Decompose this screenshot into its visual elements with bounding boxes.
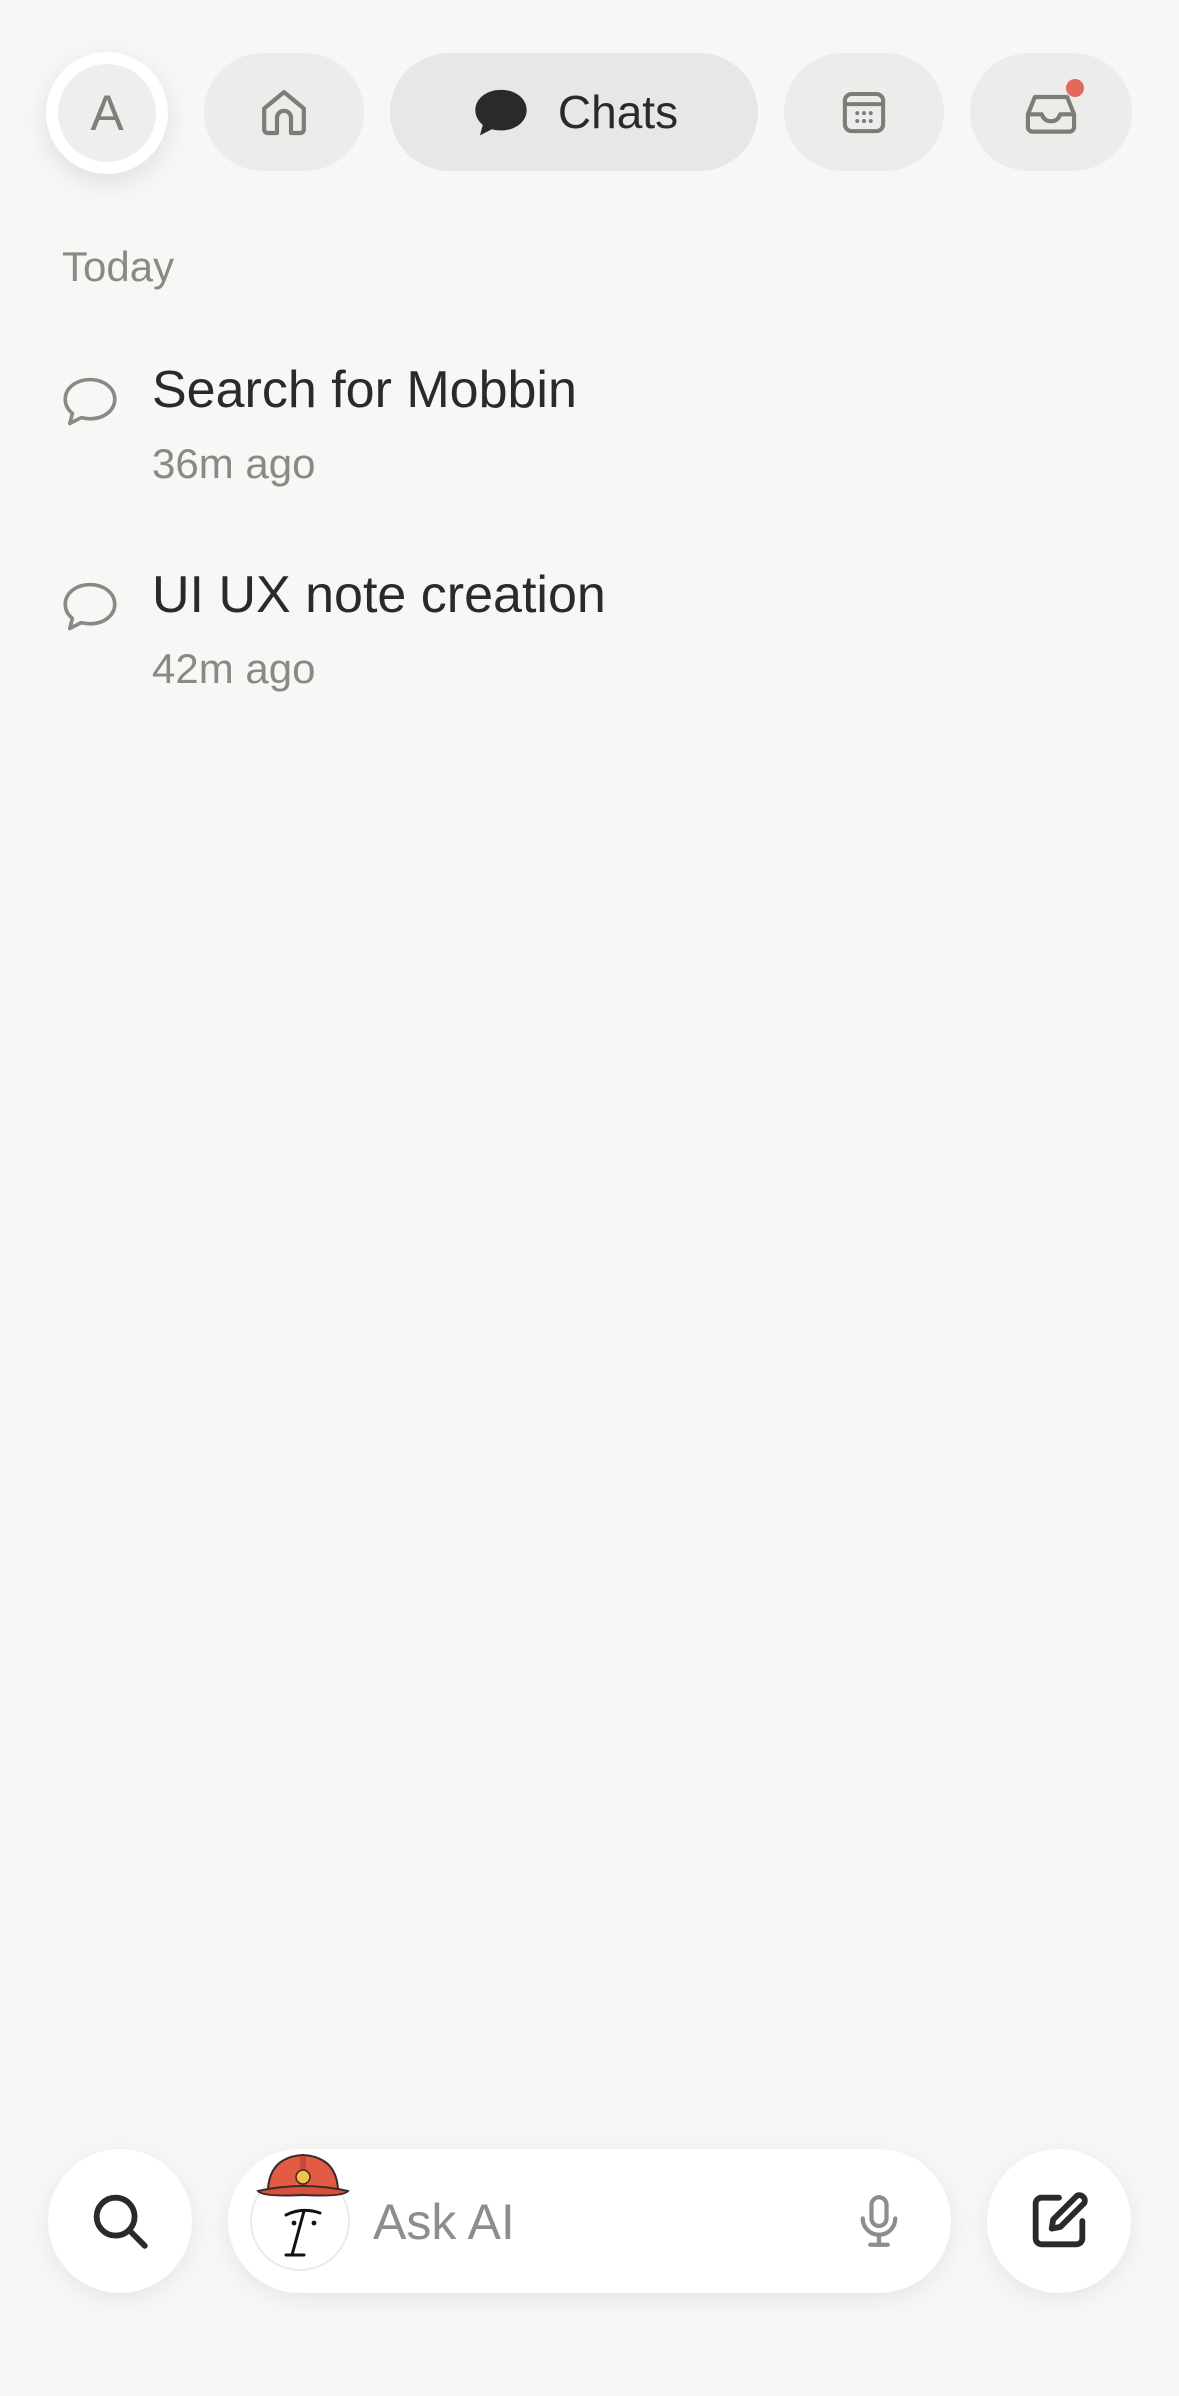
ask-ai-input[interactable]: Ask AI xyxy=(228,2149,951,2293)
chat-list-item[interactable]: Search for Mobbin 36m ago xyxy=(60,360,1120,520)
mascot-icon xyxy=(256,2153,350,2257)
calendar-icon xyxy=(842,91,886,134)
avatar-initial: A xyxy=(58,64,156,162)
section-label-today: Today xyxy=(62,243,175,290)
bottom-bar: Ask AI xyxy=(0,2140,1179,2300)
chat-bubble-outline-icon xyxy=(63,582,117,631)
notification-dot xyxy=(1066,79,1084,97)
chat-timestamp: 36m ago xyxy=(152,440,316,487)
chats-screen: A Chats Today Search for Mobbin 36m ago … xyxy=(0,0,1179,2396)
tab-inbox[interactable] xyxy=(970,53,1132,171)
top-navigation: A Chats xyxy=(46,52,1132,174)
chat-timestamp: 42m ago xyxy=(152,645,316,692)
microphone-icon[interactable] xyxy=(849,2191,909,2251)
ask-ai-placeholder: Ask AI xyxy=(373,2194,515,2250)
chat-title: UI UX note creation xyxy=(152,566,606,624)
compose-icon xyxy=(1032,2192,1088,2248)
home-icon xyxy=(262,90,306,136)
chat-title: Search for Mobbin xyxy=(152,361,577,419)
mascot-avatar xyxy=(250,2153,350,2271)
profile-avatar[interactable]: A xyxy=(46,52,168,174)
tab-calendar[interactable] xyxy=(784,53,944,171)
compose-button[interactable] xyxy=(987,2149,1131,2293)
tab-chats[interactable]: Chats xyxy=(390,53,758,171)
chat-list-item[interactable]: UI UX note creation 42m ago xyxy=(60,565,1120,725)
chat-bubble-outline-icon xyxy=(63,377,117,426)
chat-bubble-icon xyxy=(475,89,527,136)
tab-home[interactable] xyxy=(204,53,364,171)
search-button[interactable] xyxy=(48,2149,192,2293)
search-icon xyxy=(93,2194,148,2249)
tab-chats-label: Chats xyxy=(557,86,679,138)
